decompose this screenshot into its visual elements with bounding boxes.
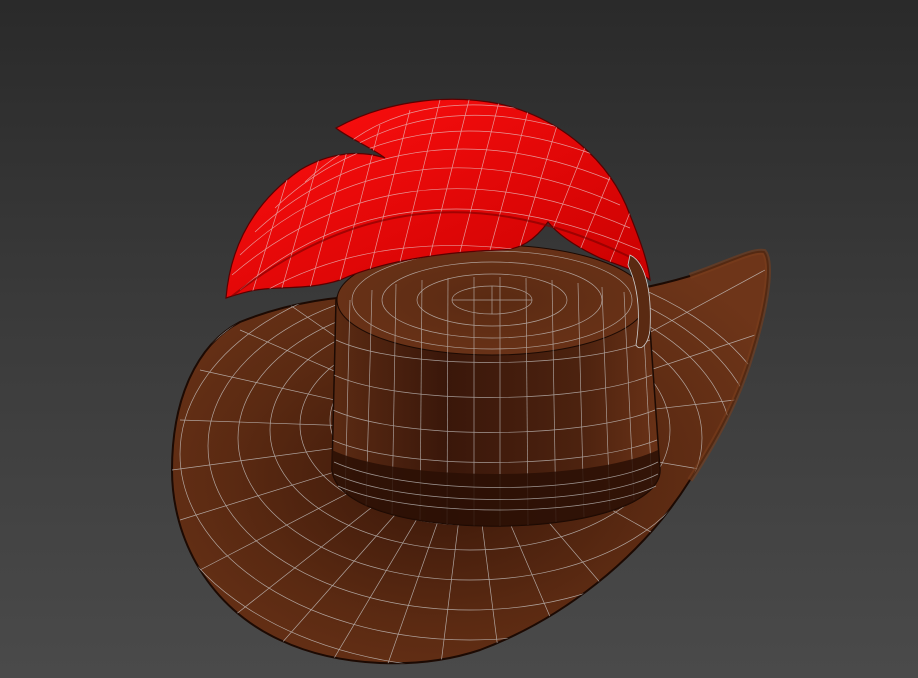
3d-viewport[interactable] bbox=[0, 0, 918, 678]
hat-crown[interactable] bbox=[331, 244, 661, 527]
viewport-scene[interactable] bbox=[0, 0, 918, 678]
